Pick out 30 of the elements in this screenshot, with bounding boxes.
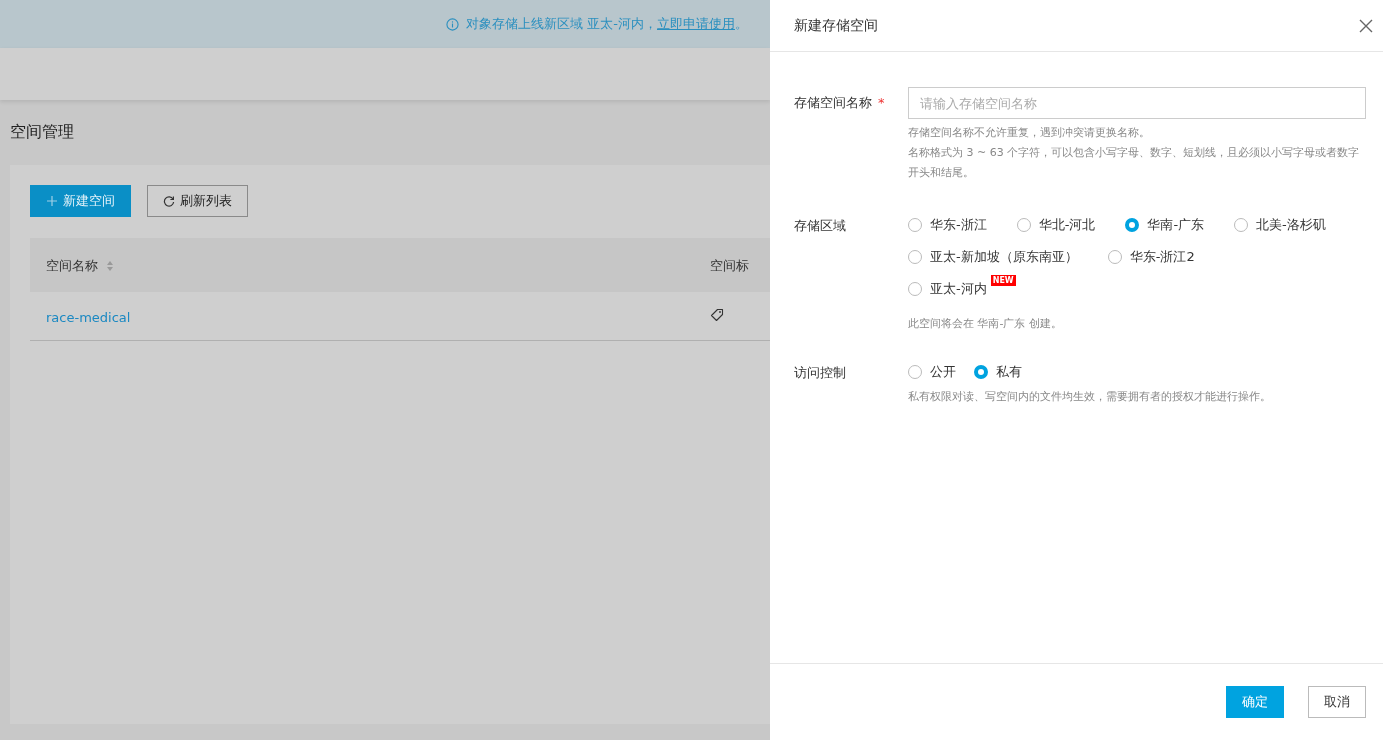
plus-icon — [46, 195, 58, 207]
close-icon[interactable] — [1359, 18, 1373, 33]
cancel-button[interactable]: 取消 — [1308, 686, 1366, 718]
region-radio[interactable]: 华东-浙江2 — [1107, 246, 1195, 268]
name-input-field[interactable]: 请输入存储空间名称 — [908, 87, 1366, 119]
help-text: 名称格式为 3 ~ 63 个字符，可以包含小写字母、数字、短划线，且必须以小写字母或者数字开头和结尾。 — [908, 145, 1361, 181]
drawer-title: 新建存储空间 — [794, 16, 878, 35]
refresh-button[interactable]: 刷新列表 — [147, 185, 248, 217]
help-text: 存储空间名称不允许重复，遇到冲突请更换名称。 — [908, 125, 1151, 141]
region-radio[interactable]: 华南-广东 — [1125, 214, 1205, 236]
field-label: 存储区域 — [794, 218, 846, 233]
field-label: 访问控制 — [794, 365, 846, 380]
region-radio[interactable]: 华东-浙江 — [908, 214, 987, 236]
region-radio[interactable]: 北美-洛杉矶 — [1234, 214, 1326, 236]
page-title: 空间管理 — [9, 121, 75, 143]
tag-icon[interactable] — [710, 307, 724, 322]
new-badge: NEW — [990, 274, 1016, 286]
region-radio[interactable]: 亚太-新加坡（原东南亚） — [908, 246, 1078, 268]
refresh-icon — [163, 195, 175, 207]
required-mark: * — [878, 95, 885, 110]
column-header: 空间标 — [710, 257, 749, 275]
region-radio[interactable]: 华北-河北 — [1016, 214, 1096, 236]
column-header[interactable]: 空间名称 — [46, 257, 114, 275]
access-radio[interactable]: 私有 — [974, 361, 1022, 383]
info-icon — [446, 17, 460, 31]
notice-text: 对象存储上线新区域 亚太-河内，立即申请使用。 — [466, 15, 748, 33]
field-label: 存储空间名称 — [794, 95, 872, 110]
access-radio[interactable]: 公开 — [908, 361, 956, 383]
help-text: 私有权限对读、写空间内的文件均生效，需要拥有者的授权才能进行操作。 — [908, 389, 1272, 405]
help-text: 此空间将会在 华南-广东 创建。 — [908, 316, 1063, 332]
